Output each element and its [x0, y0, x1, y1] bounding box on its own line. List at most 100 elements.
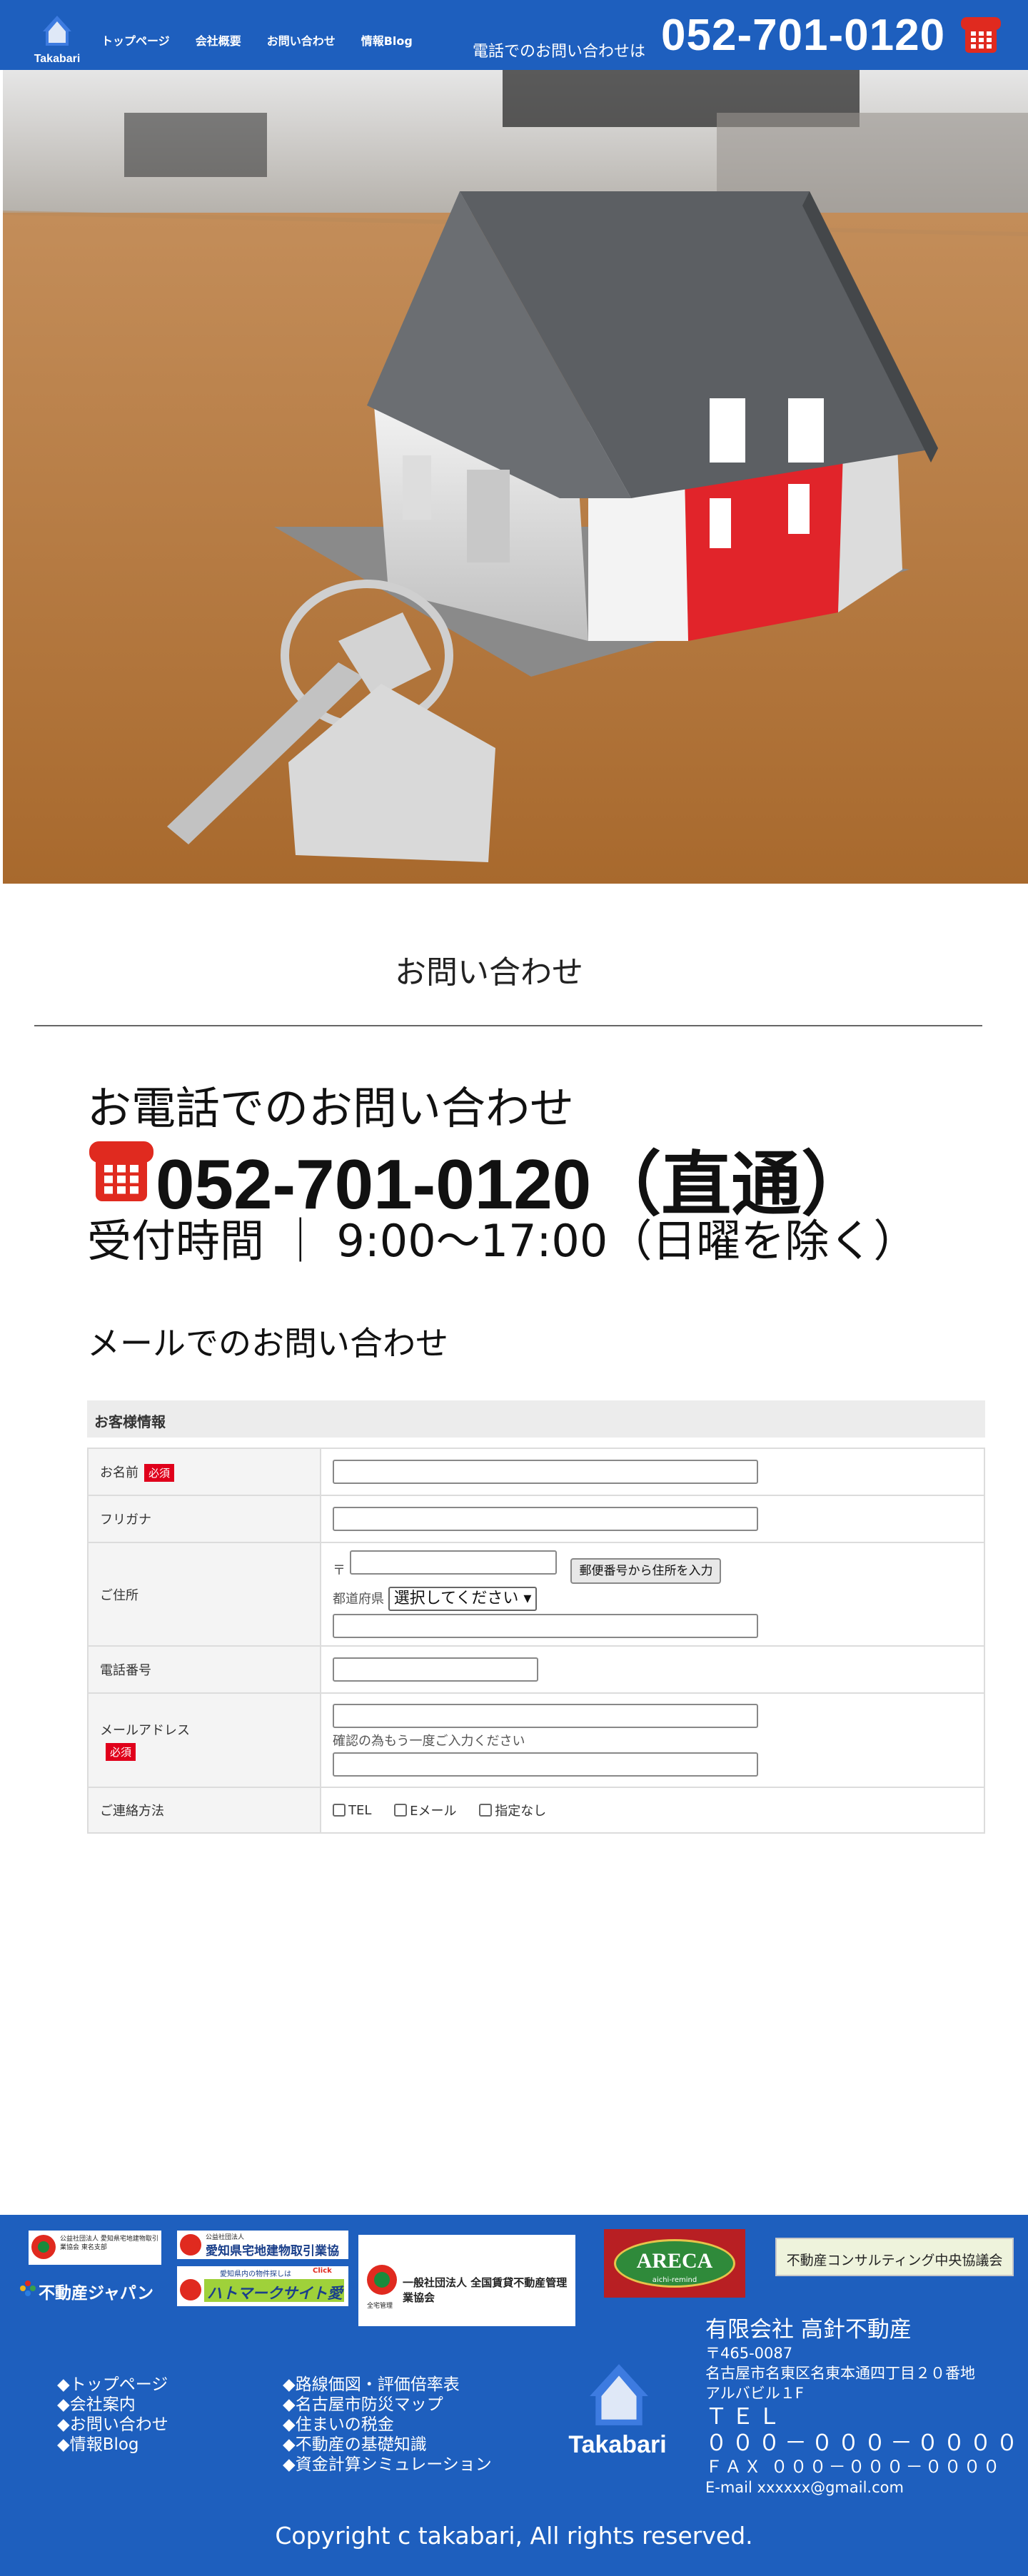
divider	[34, 1025, 982, 1026]
company-postal: 〒465-0087	[705, 2345, 793, 2362]
checkbox-none[interactable]	[479, 1804, 493, 1817]
banner-zenkoku-chintai[interactable]: 一般社団法人 全国賃貸不動産管理業協会 全宅管理	[358, 2235, 575, 2326]
footer-link-simulation[interactable]: ◆資金計算シミュレーション	[283, 2455, 492, 2475]
form-row-furigana: フリガナ	[87, 1495, 985, 1543]
footer-logo[interactable]: Takabari	[557, 2361, 678, 2461]
banner-b3-text: 一般社団法人 全国賃貸不動産管理業協会	[403, 2276, 568, 2304]
footer-link-basics[interactable]: ◆不動産の基礎知識	[283, 2435, 492, 2455]
footer-link-blog[interactable]: ◆情報Blog	[57, 2435, 168, 2455]
form-row-phone: 電話番号	[87, 1645, 985, 1694]
site-logo[interactable]: Takabari	[21, 13, 93, 67]
banner-b7-text: ハトマークサイト愛知	[207, 2285, 343, 2302]
telephone-icon	[961, 17, 1001, 53]
banner-fudosan-japan[interactable]: 不動産ジャパン	[20, 2275, 171, 2303]
footer-links-main: ◆トップページ ◆会社案内 ◆お問い合わせ ◆情報Blog	[57, 2375, 168, 2455]
banner-b6-text: 不動産ジャパン	[39, 2284, 153, 2303]
zip-input[interactable]	[349, 1550, 557, 1575]
footer-link-tax[interactable]: ◆住まいの税金	[283, 2415, 492, 2435]
checkbox-email[interactable]	[394, 1804, 408, 1817]
footer-links-resources: ◆路線価図・評価倍率表 ◆名古屋市防災マップ ◆住まいの税金 ◆不動産の基礎知識…	[283, 2375, 492, 2475]
footer-link-company[interactable]: ◆会社案内	[57, 2395, 168, 2415]
site-header: Takabari トップページ 会社概要 お問い合わせ 情報Blog 電話でのお…	[0, 0, 1028, 70]
banner-areca[interactable]: ARECA aichi-remind	[604, 2229, 745, 2298]
footer-link-contact[interactable]: ◆お問い合わせ	[57, 2415, 168, 2435]
prefecture-selected: 選択してください	[393, 1590, 519, 1607]
prefecture-label: 都道府県	[333, 1592, 384, 1607]
banner-b4-text: ARECA	[636, 2249, 713, 2273]
checkbox-none-label: 指定なし	[495, 1804, 547, 1819]
footer-link-rosenka[interactable]: ◆路線価図・評価倍率表	[283, 2375, 492, 2395]
banner-b7-click: Click	[313, 2267, 332, 2275]
banner-fudosan-consulting[interactable]: 不動産コンサルティング中央協議会	[775, 2238, 1014, 2276]
business-hours: 受付時間 ｜ 9:00〜17:00（日曜を除く）	[87, 1215, 918, 1267]
company-name: 有限会社 高針不動産	[705, 2317, 912, 2343]
nav-blog[interactable]: 情報Blog	[361, 31, 413, 49]
name-label-text: お名前	[100, 1465, 138, 1480]
banner-b1-text: 公益社団法人 愛知県宅地建物取引業協会 東名支部	[60, 2236, 158, 2251]
banner-b7-small: 愛知県内の物件探しは	[220, 2271, 291, 2278]
banner-b3-small: 全宅管理	[367, 2303, 393, 2310]
email-label: メールアドレス必須	[87, 1692, 321, 1788]
contact-method-label: ご連絡方法	[87, 1787, 321, 1834]
company-tel-label: ＴＥＬ	[705, 2404, 785, 2430]
name-label: お名前 必須	[87, 1448, 321, 1496]
tel-heading: お電話でのお問い合わせ	[87, 1082, 575, 1134]
house-logo-icon	[43, 16, 71, 46]
company-address2: アルバビル１F	[705, 2385, 804, 2402]
mail-heading: メールでのお問い合わせ	[87, 1324, 448, 1363]
company-address1: 名古屋市名東区名東本通四丁目２０番地	[705, 2365, 975, 2382]
form-row-address: ご住所 〒 郵便番号から住所を入力 都道府県 選択してください ▾	[87, 1542, 985, 1647]
form-row-contact-method: ご連絡方法 TEL Eメール 指定なし	[87, 1787, 985, 1834]
nav-top[interactable]: トップページ	[101, 31, 170, 49]
banner-hatomark-aichi[interactable]: 愛知県内の物件探しは Click ハトマークサイト愛知	[177, 2266, 348, 2306]
required-badge: 必須	[106, 1742, 136, 1761]
checkbox-tel[interactable]	[333, 1804, 346, 1817]
logo-text: Takabari	[34, 53, 81, 65]
contact-form: お名前 必須 フリガナ ご住所 〒 郵便番号から住所を入力 都道府県 選択してくだ…	[87, 1448, 985, 1834]
main-nav: トップページ 会社概要 お問い合わせ 情報Blog	[101, 31, 413, 49]
flower-icon	[20, 2280, 36, 2296]
address-input[interactable]	[333, 1614, 758, 1638]
header-tel-label: 電話でのお問い合わせは	[473, 43, 646, 61]
checkbox-tel-label: TEL	[348, 1802, 372, 1818]
footer-link-bousai[interactable]: ◆名古屋市防災マップ	[283, 2395, 492, 2415]
company-fax: ＦＡＸ ０００－０００－００００	[705, 2457, 1002, 2477]
hero-house-image	[3, 70, 1028, 884]
banner-b5-text: 不動産コンサルティング中央協議会	[786, 2253, 1003, 2268]
email-confirm-note: 確認の為もう一度ご入力ください	[333, 1734, 525, 1749]
footer-link-top[interactable]: ◆トップページ	[57, 2375, 168, 2395]
email-input[interactable]	[333, 1704, 758, 1728]
nav-contact[interactable]: お問い合わせ	[267, 31, 336, 49]
required-badge: 必須	[144, 1463, 175, 1482]
company-tel[interactable]: ０００－０００－００００	[705, 2430, 1022, 2456]
zip-mark: 〒	[333, 1563, 346, 1578]
banner-b4-small: aichi-remind	[652, 2276, 697, 2284]
form-row-name: お名前 必須	[87, 1448, 985, 1496]
footer-logo-text: Takabari	[568, 2431, 667, 2458]
site-footer: 公益社団法人 愛知県宅地建物取引業協会 東名支部 公益社団法人 愛知県宅地建物取…	[0, 2215, 1028, 2576]
header-tel-number[interactable]: 052-701-0120	[661, 10, 945, 61]
house-and-key-photo	[3, 70, 1028, 884]
email-confirm-input[interactable]	[333, 1752, 758, 1777]
house-logo-icon	[590, 2364, 648, 2425]
prefecture-select[interactable]: 選択してください ▾	[388, 1587, 538, 1611]
form-section-header: お客様情報	[87, 1400, 985, 1438]
company-info: 有限会社 高針不動産 〒465-0087 名古屋市名東区名東本通四丁目２０番地 …	[705, 2311, 1022, 2497]
furigana-label: フリガナ	[87, 1495, 321, 1543]
banner-aichi-takken-tomei[interactable]: 公益社団法人 愛知県宅地建物取引業協会 東名支部	[29, 2231, 161, 2265]
company-email[interactable]: E-mail xxxxxx@gmail.com	[705, 2477, 1022, 2497]
checkbox-email-label: Eメール	[410, 1804, 457, 1819]
phone-label: 電話番号	[87, 1645, 321, 1694]
phone-input[interactable]	[333, 1657, 538, 1682]
address-label: ご住所	[87, 1542, 321, 1647]
telephone-icon	[89, 1141, 153, 1201]
name-input[interactable]	[333, 1460, 758, 1484]
furigana-input[interactable]	[333, 1507, 758, 1531]
email-label-text: メールアドレス	[100, 1722, 190, 1738]
zip-lookup-button[interactable]: 郵便番号から住所を入力	[570, 1558, 722, 1584]
banner-aichi-takken[interactable]: 公益社団法人 愛知県宅地建物取引業協会	[177, 2231, 348, 2259]
page-title: お問い合わせ	[395, 954, 583, 991]
nav-company[interactable]: 会社概要	[196, 31, 241, 49]
form-row-email: メールアドレス必須 確認の為もう一度ご入力ください	[87, 1692, 985, 1788]
banner-b2-text: 愛知県宅地建物取引業協会	[206, 2244, 339, 2258]
